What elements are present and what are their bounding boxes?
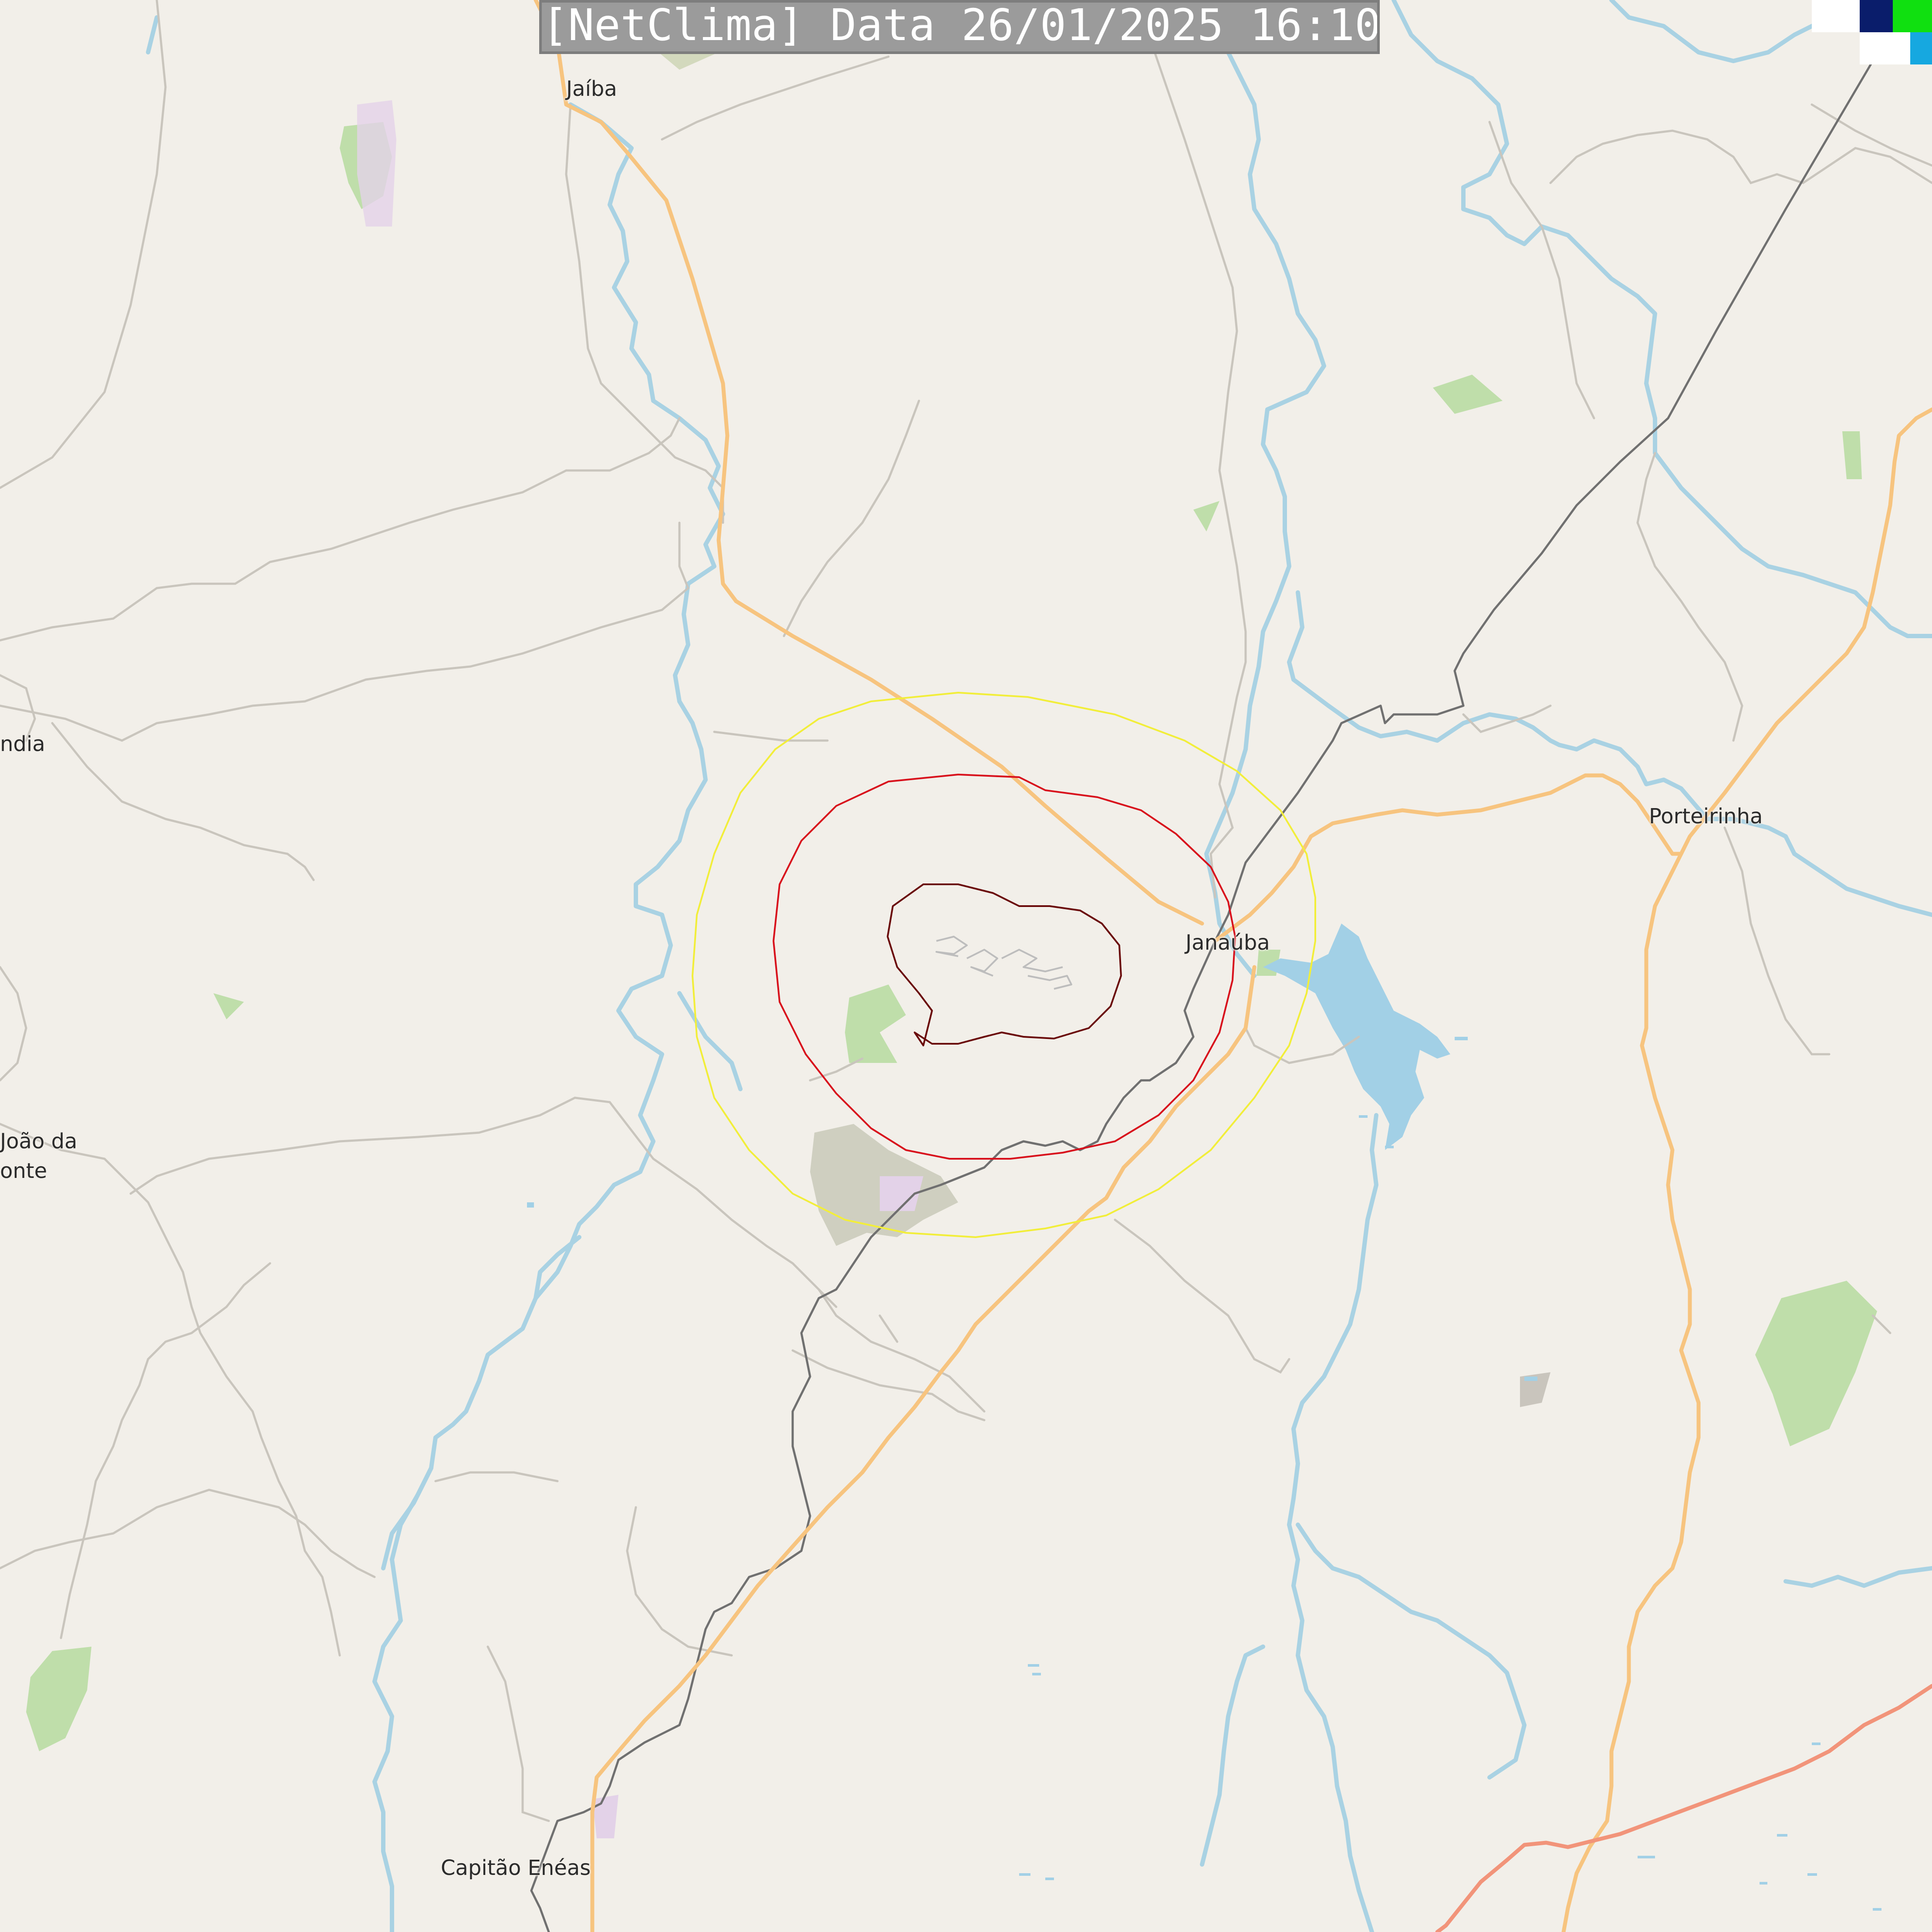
place-label-sao-joao-line2: onte: [0, 1159, 47, 1183]
map-layer[interactable]: [0, 0, 1932, 1932]
legend-swatch: [1860, 0, 1893, 32]
place-label-porteirinha: Porteirinha: [1649, 804, 1763, 829]
map-viewport[interactable]: [NetClima] Data 26/01/2025 16:10:00 Jaíb…: [0, 0, 1932, 1932]
legend-swatch: [1893, 0, 1932, 32]
legend-swatch: [1860, 32, 1910, 64]
timestamp-title: [NetClima] Data 26/01/2025 16:10:00: [539, 0, 1380, 54]
urban-patch: [592, 1795, 618, 1838]
legend-swatch: [1812, 0, 1860, 32]
place-label-manga-partial: ndia: [0, 732, 45, 756]
urban-patch: [357, 100, 396, 227]
place-label-jaiba: Jaíba: [566, 77, 617, 101]
place-label-sao-joao-line1: João da: [0, 1129, 78, 1154]
legend-swatch: [1910, 32, 1932, 64]
place-label-capitao-eneas: Capitão Enéas: [441, 1856, 591, 1880]
place-label-janauba: Janaúba: [1186, 930, 1270, 955]
